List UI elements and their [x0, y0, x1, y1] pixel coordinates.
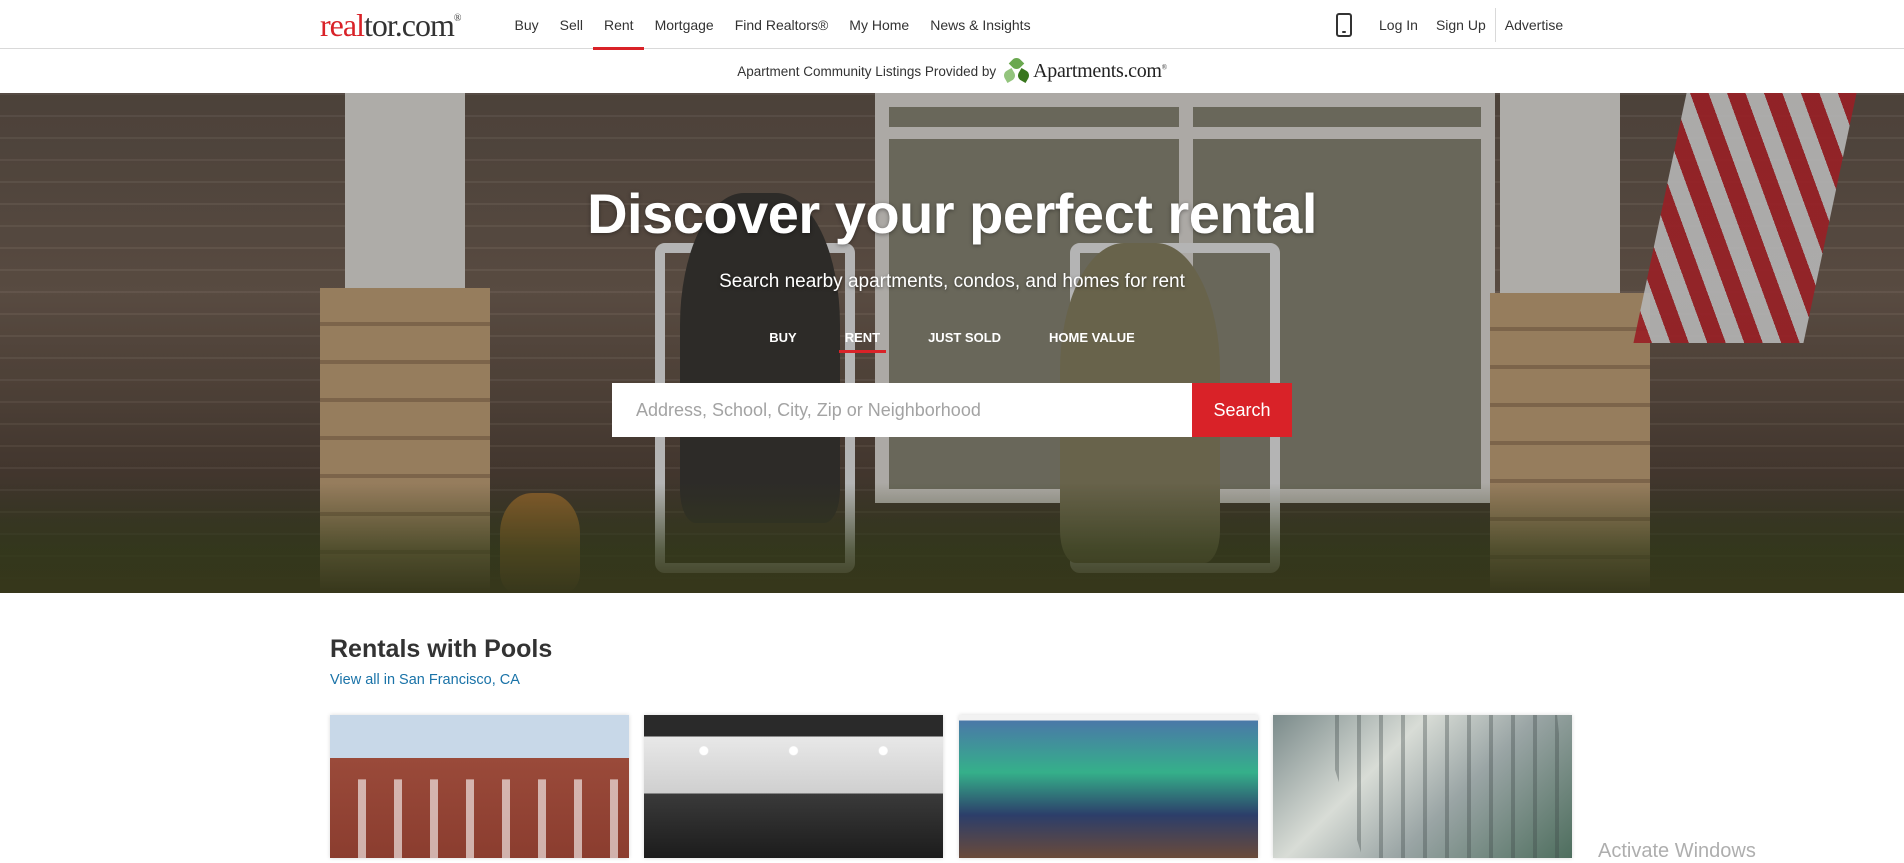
rental-card-image [644, 715, 943, 858]
rental-card-image [330, 779, 629, 858]
rental-card[interactable] [1273, 715, 1572, 858]
rental-card-image [1317, 715, 1572, 858]
logo-text: tor.com [363, 7, 455, 43]
apartments-logo-text: Apartments.com® [1033, 59, 1167, 82]
apartments-logo-icon [1002, 55, 1032, 84]
search-input[interactable] [612, 383, 1192, 437]
tab-home-value[interactable]: HOME VALUE [1049, 330, 1135, 353]
tab-rent[interactable]: RENT [838, 330, 887, 353]
top-navigation: realtor.com® Buy Sell Rent Mortgage Find… [0, 0, 1904, 50]
realtor-logo[interactable]: realtor.com® [320, 7, 462, 44]
login-link[interactable]: Log In [1370, 0, 1427, 49]
search-button[interactable]: Search [1192, 383, 1292, 437]
signup-link[interactable]: Sign Up [1427, 0, 1495, 49]
activate-windows-watermark: Activate Windows [1598, 840, 1756, 862]
advertise-link[interactable]: Advertise [1496, 0, 1572, 49]
apartments-logo[interactable]: Apartments.com® [1002, 55, 1167, 84]
nav-buy[interactable]: Buy [504, 0, 549, 49]
hero-subtitle: Search nearby apartments, condos, and ho… [719, 271, 1185, 292]
section-title: Rentals with Pools [330, 635, 553, 663]
logo-registered: ® [453, 13, 462, 24]
rental-card[interactable] [330, 715, 629, 858]
partner-banner: Apartment Community Listings Provided by… [0, 49, 1904, 93]
logo-red-text: real [320, 7, 365, 43]
tab-buy[interactable]: BUY [769, 330, 796, 353]
rental-card[interactable] [959, 715, 1258, 858]
tab-just-sold[interactable]: JUST SOLD [928, 330, 1001, 353]
hero-title: Discover your perfect rental [587, 182, 1317, 245]
nav-sell[interactable]: Sell [549, 0, 593, 49]
nav-find-realtors[interactable]: Find Realtors® [724, 0, 839, 49]
search-type-tabs: BUY RENT JUST SOLD HOME VALUE [0, 330, 1904, 353]
view-all-link[interactable]: View all in San Francisco, CA [330, 672, 520, 688]
nav-mortgage[interactable]: Mortgage [644, 0, 724, 49]
search-bar: Search [612, 383, 1292, 437]
partner-banner-text: Apartment Community Listings Provided by [737, 63, 997, 79]
account-nav: Log In Sign Up Advertise [1336, 0, 1572, 49]
main-nav: Buy Sell Rent Mortgage Find Realtors® My… [504, 0, 1041, 50]
phone-icon[interactable] [1336, 12, 1352, 37]
nav-my-home[interactable]: My Home [839, 0, 920, 49]
nav-rent[interactable]: Rent [593, 0, 644, 50]
hero-banner: Discover your perfect rental Search near… [0, 93, 1904, 593]
rental-card-image [959, 715, 1258, 858]
rental-card[interactable] [644, 715, 943, 858]
nav-news-insights[interactable]: News & Insights [920, 0, 1041, 49]
